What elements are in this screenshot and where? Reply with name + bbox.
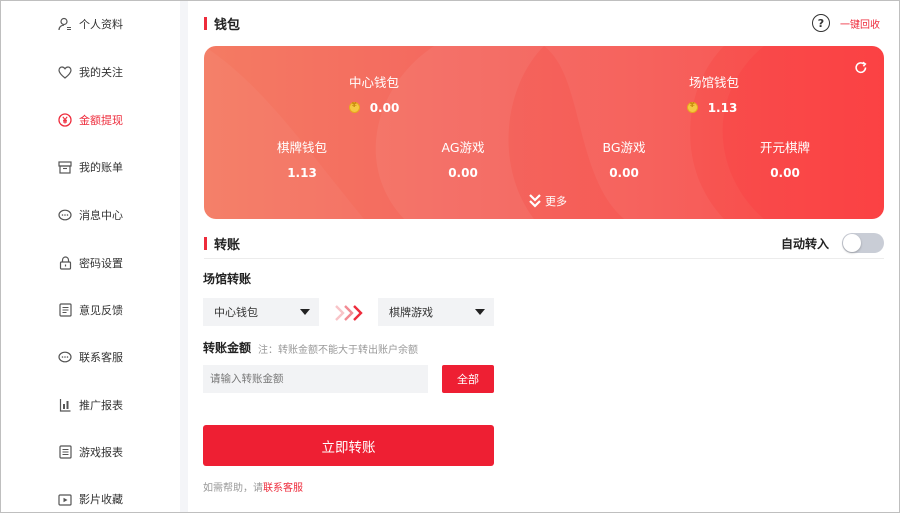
venue-wallet-value: 1.13 <box>652 101 772 115</box>
venue-wallet-label: 场馆钱包 <box>688 75 739 90</box>
caret-down-icon <box>300 309 310 315</box>
refresh-icon[interactable] <box>854 60 868 74</box>
sidebar-item-withdraw[interactable]: 金额提现 <box>57 110 123 130</box>
sidebar-item-label: 影片收藏 <box>79 493 123 506</box>
game-wallet-value: 0.00 <box>448 166 478 180</box>
help-icon[interactable]: ? <box>812 14 830 32</box>
title-accent-bar <box>204 237 207 250</box>
game-wallet-label: AG游戏 <box>441 140 485 155</box>
sidebar-item-profile[interactable]: 个人资料 <box>57 14 123 34</box>
game-wallet-label: 开元棋牌 <box>759 140 810 155</box>
sidebar-item-password[interactable]: 密码设置 <box>57 253 123 273</box>
sidebar-item-messages[interactable]: 消息中心 <box>57 205 123 225</box>
venue-transfer-label: 场馆转账 <box>203 272 252 286</box>
sidebar-item-contact[interactable]: 联系客服 <box>57 347 123 367</box>
double-chevron-down-icon <box>529 194 541 208</box>
one-click-recover-link[interactable]: 一键回收 <box>840 16 880 31</box>
transfer-title-text: 转账 <box>214 238 241 253</box>
from-wallet-select[interactable]: 中心钱包 <box>203 298 319 326</box>
sidebar-item-bills[interactable]: 我的账单 <box>57 157 123 177</box>
sidebar-divider <box>180 1 188 512</box>
heart-icon <box>57 64 73 80</box>
all-amount-button[interactable]: 全部 <box>442 365 494 393</box>
amount-label: 转账金额 <box>203 341 252 355</box>
sidebar-item-feedback[interactable]: 意见反馈 <box>57 300 123 320</box>
wallet-title-text: 钱包 <box>214 18 241 33</box>
game-report-icon <box>57 444 73 460</box>
sidebar-item-favorites[interactable]: 影片收藏 <box>57 489 123 509</box>
transfer-now-button[interactable]: 立即转账 <box>203 425 494 466</box>
sidebar-item-label: 游戏报表 <box>79 446 123 459</box>
sidebar-item-label: 意见反馈 <box>79 304 123 317</box>
coin-icon <box>686 101 698 113</box>
user-icon <box>57 16 73 32</box>
amount-input[interactable] <box>203 365 428 393</box>
center-wallet-label: 中心钱包 <box>348 75 399 90</box>
sidebar-item-label: 消息中心 <box>79 209 123 222</box>
sidebar-item-label: 密码设置 <box>79 257 123 270</box>
sidebar-item-label: 我的关注 <box>79 66 123 79</box>
amount-note: 注：转账金额不能大于转出账户余额 <box>258 345 418 356</box>
help-prefix: 如需帮助，请 <box>203 483 263 494</box>
video-icon <box>57 491 73 507</box>
from-wallet-value: 中心钱包 <box>214 306 258 319</box>
to-wallet-value: 棋牌游戏 <box>389 306 433 319</box>
wallet-card: 中心钱包 0.00 场馆钱包 1.13 棋牌钱包 1.13 AG游戏 0.00 … <box>204 46 884 219</box>
box-icon <box>57 159 73 175</box>
sidebar-item-label: 联系客服 <box>79 351 123 364</box>
more-label: 更多 <box>545 195 567 208</box>
sidebar-item-label: 金额提现 <box>79 114 123 127</box>
center-wallet-amount: 0.00 <box>369 101 400 115</box>
help-text: 如需帮助，请联系客服 <box>203 479 303 494</box>
toggle-knob <box>843 234 861 252</box>
lock-icon <box>57 255 73 271</box>
center-wallet-value: 0.00 <box>314 101 434 115</box>
venue-wallet-amount: 1.13 <box>707 101 738 115</box>
game-wallet-value: 1.13 <box>287 166 317 180</box>
sidebar-item-label: 推广报表 <box>79 399 123 412</box>
chat-icon <box>57 349 73 365</box>
caret-down-icon <box>475 309 485 315</box>
message-icon <box>57 207 73 223</box>
game-wallet-value: 0.00 <box>609 166 639 180</box>
section-divider <box>204 258 884 259</box>
wallet-section-title: 钱包 <box>204 14 240 33</box>
report-icon <box>57 397 73 413</box>
main-content: 钱包 ? 一键回收 中心钱包 0.00 场馆钱包 1.13 棋牌钱包 1.13 … <box>188 1 899 512</box>
sidebar-item-label: 我的账单 <box>79 161 123 174</box>
feedback-icon <box>57 302 73 318</box>
game-wallet-value: 0.00 <box>770 166 800 180</box>
sidebar-item-label: 个人资料 <box>79 18 123 31</box>
yen-icon <box>57 112 73 128</box>
transfer-arrows-icon <box>335 305 363 321</box>
coin-icon <box>348 101 360 113</box>
auto-transfer-label: 自动转入 <box>781 237 830 251</box>
sidebar-item-following[interactable]: 我的关注 <box>57 62 123 82</box>
auto-transfer-toggle[interactable] <box>842 233 884 253</box>
sidebar: 个人资料 我的关注 金额提现 我的账单 消息中心 密码设置 意见反馈 联系客服 … <box>1 1 180 512</box>
more-button[interactable]: 更多 <box>528 193 567 209</box>
to-wallet-select[interactable]: 棋牌游戏 <box>378 298 494 326</box>
game-wallet-label: BG游戏 <box>602 140 646 155</box>
title-accent-bar <box>204 17 207 30</box>
game-wallet-label: 棋牌钱包 <box>276 140 327 155</box>
contact-support-link[interactable]: 联系客服 <box>263 483 303 494</box>
transfer-section-title: 转账 <box>204 234 240 253</box>
sidebar-item-promo-report[interactable]: 推广报表 <box>57 395 123 415</box>
sidebar-item-game-report[interactable]: 游戏报表 <box>57 442 123 462</box>
